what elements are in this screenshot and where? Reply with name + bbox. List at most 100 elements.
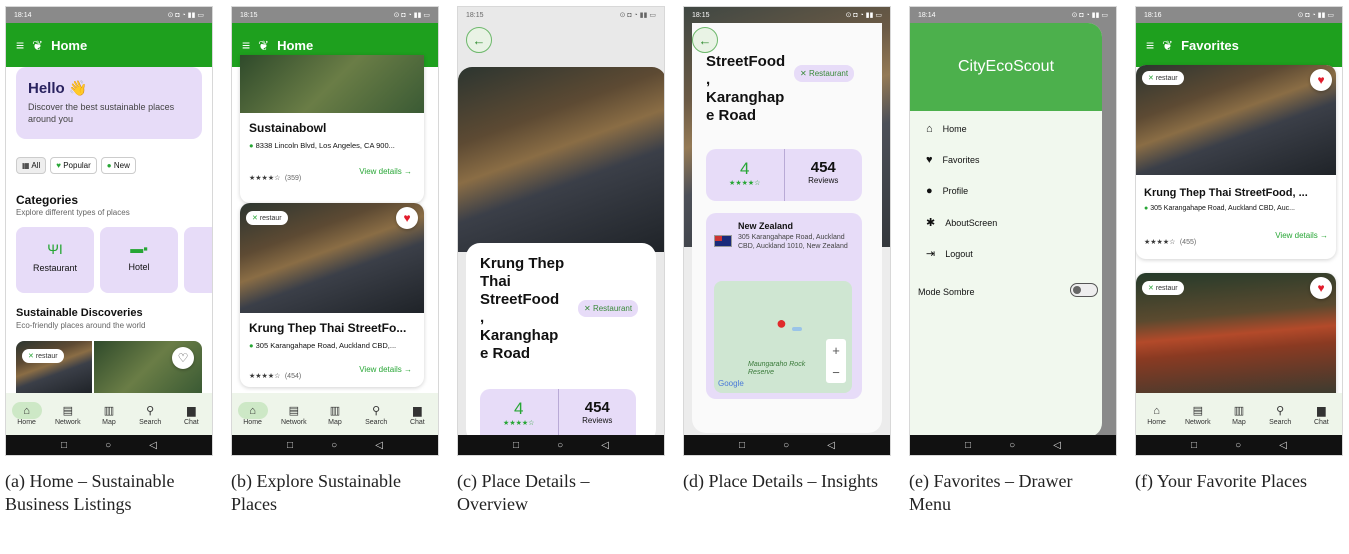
drawer-item-profile[interactable]: ● Profile	[926, 185, 968, 197]
chat-icon: ▆	[1317, 405, 1326, 417]
map-view[interactable]: ● Maungarahо Rock Reserve Google + −	[714, 281, 852, 393]
menu-icon[interactable]: ≡	[1146, 38, 1154, 52]
screen-favorites: 18:16 ⊙ ◘ ◔ ▮▮ ▭ ≡ ❦ Favorites ✕ restaur …	[1135, 6, 1343, 456]
menu-icon[interactable]: ≡	[242, 38, 250, 52]
zoom-in-button[interactable]: +	[832, 343, 840, 358]
chip-popular-label: Popular	[63, 161, 91, 170]
favorite-toggle[interactable]: ♥	[1310, 69, 1332, 91]
view-details-link[interactable]: View details →	[359, 365, 412, 374]
nav-home[interactable]: ⌂ Home	[1141, 402, 1173, 427]
view-details-link[interactable]: View details →	[1275, 231, 1328, 240]
home-button[interactable]: ○	[783, 440, 789, 451]
nav-search[interactable]: ⚲ Search	[1264, 402, 1296, 426]
drawer-item-label: Home	[942, 124, 967, 134]
filter-chips: ▦ All ♥ Popular ● New	[16, 157, 136, 174]
nav-search[interactable]: ⚲ Search	[360, 402, 392, 426]
status-icons: ⊙ ◘ ◔ ▮▮ ▭	[167, 12, 204, 19]
place-card-sustainabowl[interactable]: Sustainabowl ● 8338 Lincoln Blvd, Los An…	[240, 55, 424, 203]
bed-icon: ▬▪	[130, 241, 148, 256]
favorite-card-2[interactable]: ✕ restaur ♥	[1136, 273, 1336, 395]
app-bar: ≡ ❦ Favorites	[1136, 23, 1342, 67]
status-icons: ⊙ ◘ ◔ ▮▮ ▭	[1297, 12, 1334, 19]
recents-button[interactable]: □	[739, 440, 745, 451]
drawer-item-home[interactable]: ⌂ Home	[926, 123, 967, 135]
favorite-toggle[interactable]: ♡	[172, 347, 194, 369]
chip-popular[interactable]: ♥ Popular	[50, 157, 97, 174]
drawer-item-favorites[interactable]: ♥ Favorites	[926, 154, 980, 166]
home-icon: ⌂	[1153, 404, 1160, 417]
view-details-link[interactable]: View details →	[359, 167, 412, 176]
title-line: Karanghap	[706, 89, 785, 106]
home-button[interactable]: ○	[1235, 440, 1241, 451]
nav-map[interactable]: ▥ Map	[1223, 402, 1255, 426]
search-icon: ⚲	[146, 405, 155, 417]
nav-network[interactable]: ▤ Network	[52, 402, 84, 426]
nav-map[interactable]: ▥ Map	[93, 402, 125, 426]
status-time: 18:14	[918, 11, 936, 19]
fork-knife-icon: ✕	[1148, 285, 1156, 292]
recents-button[interactable]: □	[513, 440, 519, 451]
back-button[interactable]: ←	[692, 27, 718, 53]
reviews-stat: 454 Reviews	[785, 149, 863, 201]
home-button[interactable]: ○	[105, 440, 111, 451]
back-button[interactable]: ◁	[149, 440, 157, 451]
place-card-krung-thep[interactable]: ✕ restaur ♥ Krung Thep Thai StreetFo... …	[240, 203, 424, 387]
category-tag: ✕ restaur	[1142, 281, 1184, 295]
nav-chat[interactable]: ▆ Chat	[401, 402, 433, 426]
nav-search[interactable]: ⚲ Search	[134, 402, 166, 426]
tag-label: restaur	[1155, 75, 1178, 82]
nav-home[interactable]: ⌂ Home	[237, 402, 269, 426]
heart-icon: ♥	[403, 211, 411, 225]
home-button[interactable]: ○	[331, 440, 337, 451]
app-bar: ≡ ❦ Home	[6, 23, 212, 67]
nav-label: Search	[139, 419, 162, 426]
app-bar-title: Home	[277, 37, 314, 53]
recents-button[interactable]: □	[1191, 440, 1197, 451]
favorite-toggle[interactable]: ♥	[396, 207, 418, 229]
category-restaurant-label: Restaurant	[32, 263, 78, 273]
drawer-item-logout[interactable]: ⇥ Logout	[926, 247, 973, 260]
nav-map[interactable]: ▥ Map	[319, 402, 351, 426]
nav-home[interactable]: ⌂ Home	[11, 402, 43, 426]
back-button[interactable]: ◁	[1279, 440, 1287, 451]
home-button[interactable]: ○	[1009, 440, 1015, 451]
rating-row: ★★★★☆ (359)	[249, 167, 301, 185]
nav-chat[interactable]: ▆ Chat	[175, 402, 207, 426]
favorite-card-krung-thep[interactable]: ✕ restaur ♥ Krung Thep Thai StreetFood, …	[1136, 65, 1336, 259]
place-address-row: ● 8338 Lincoln Blvd, Los Angeles, CA 900…	[249, 141, 395, 150]
leaf-logo-icon: ❦	[1162, 37, 1174, 53]
tag-label: restaur	[1155, 285, 1178, 292]
chip-all-label: All	[31, 161, 41, 170]
recents-button[interactable]: □	[61, 440, 67, 451]
back-button[interactable]: ◁	[375, 440, 383, 451]
home-button[interactable]: ○	[557, 440, 563, 451]
back-button[interactable]: ◁	[601, 440, 609, 451]
title-line: Krung Thep	[480, 255, 565, 272]
favorite-toggle[interactable]: ♥	[1310, 277, 1332, 299]
review-count: (454)	[284, 373, 302, 380]
back-button[interactable]: ◁	[1053, 440, 1061, 451]
nav-network[interactable]: ▤ Network	[278, 402, 310, 426]
nav-label: Search	[365, 419, 388, 426]
status-bar: 18:16 ⊙ ◘ ◔ ▮▮ ▭	[1136, 7, 1342, 23]
drawer-item-about[interactable]: ✱ AboutScreen	[926, 216, 997, 229]
map-marker-icon[interactable]: ●	[776, 313, 787, 334]
toggle-knob	[1073, 285, 1081, 294]
menu-icon[interactable]: ≡	[16, 38, 24, 52]
category-hotel[interactable]: ▬▪ Hotel	[100, 227, 178, 293]
nav-network[interactable]: ▤ Network	[1182, 402, 1214, 426]
back-button[interactable]: ←	[466, 27, 492, 53]
dark-mode-toggle[interactable]	[1070, 283, 1098, 297]
chip-new[interactable]: ● New	[100, 157, 136, 174]
star-rating: ★★★★☆	[249, 175, 281, 182]
status-bar: 18:14 ⊙ ◘ ◔ ▮▮ ▭	[910, 7, 1116, 23]
nav-label: Chat	[1313, 419, 1329, 426]
category-restaurant[interactable]: ΨΙ Restaurant	[16, 227, 94, 293]
chip-all[interactable]: ▦ All	[16, 157, 47, 174]
zoom-out-button[interactable]: −	[832, 365, 840, 380]
recents-button[interactable]: □	[965, 440, 971, 451]
back-button[interactable]: ◁	[827, 440, 835, 451]
nav-chat[interactable]: ▆ Chat	[1305, 402, 1337, 426]
category-partial[interactable]	[184, 227, 212, 293]
recents-button[interactable]: □	[287, 440, 293, 451]
